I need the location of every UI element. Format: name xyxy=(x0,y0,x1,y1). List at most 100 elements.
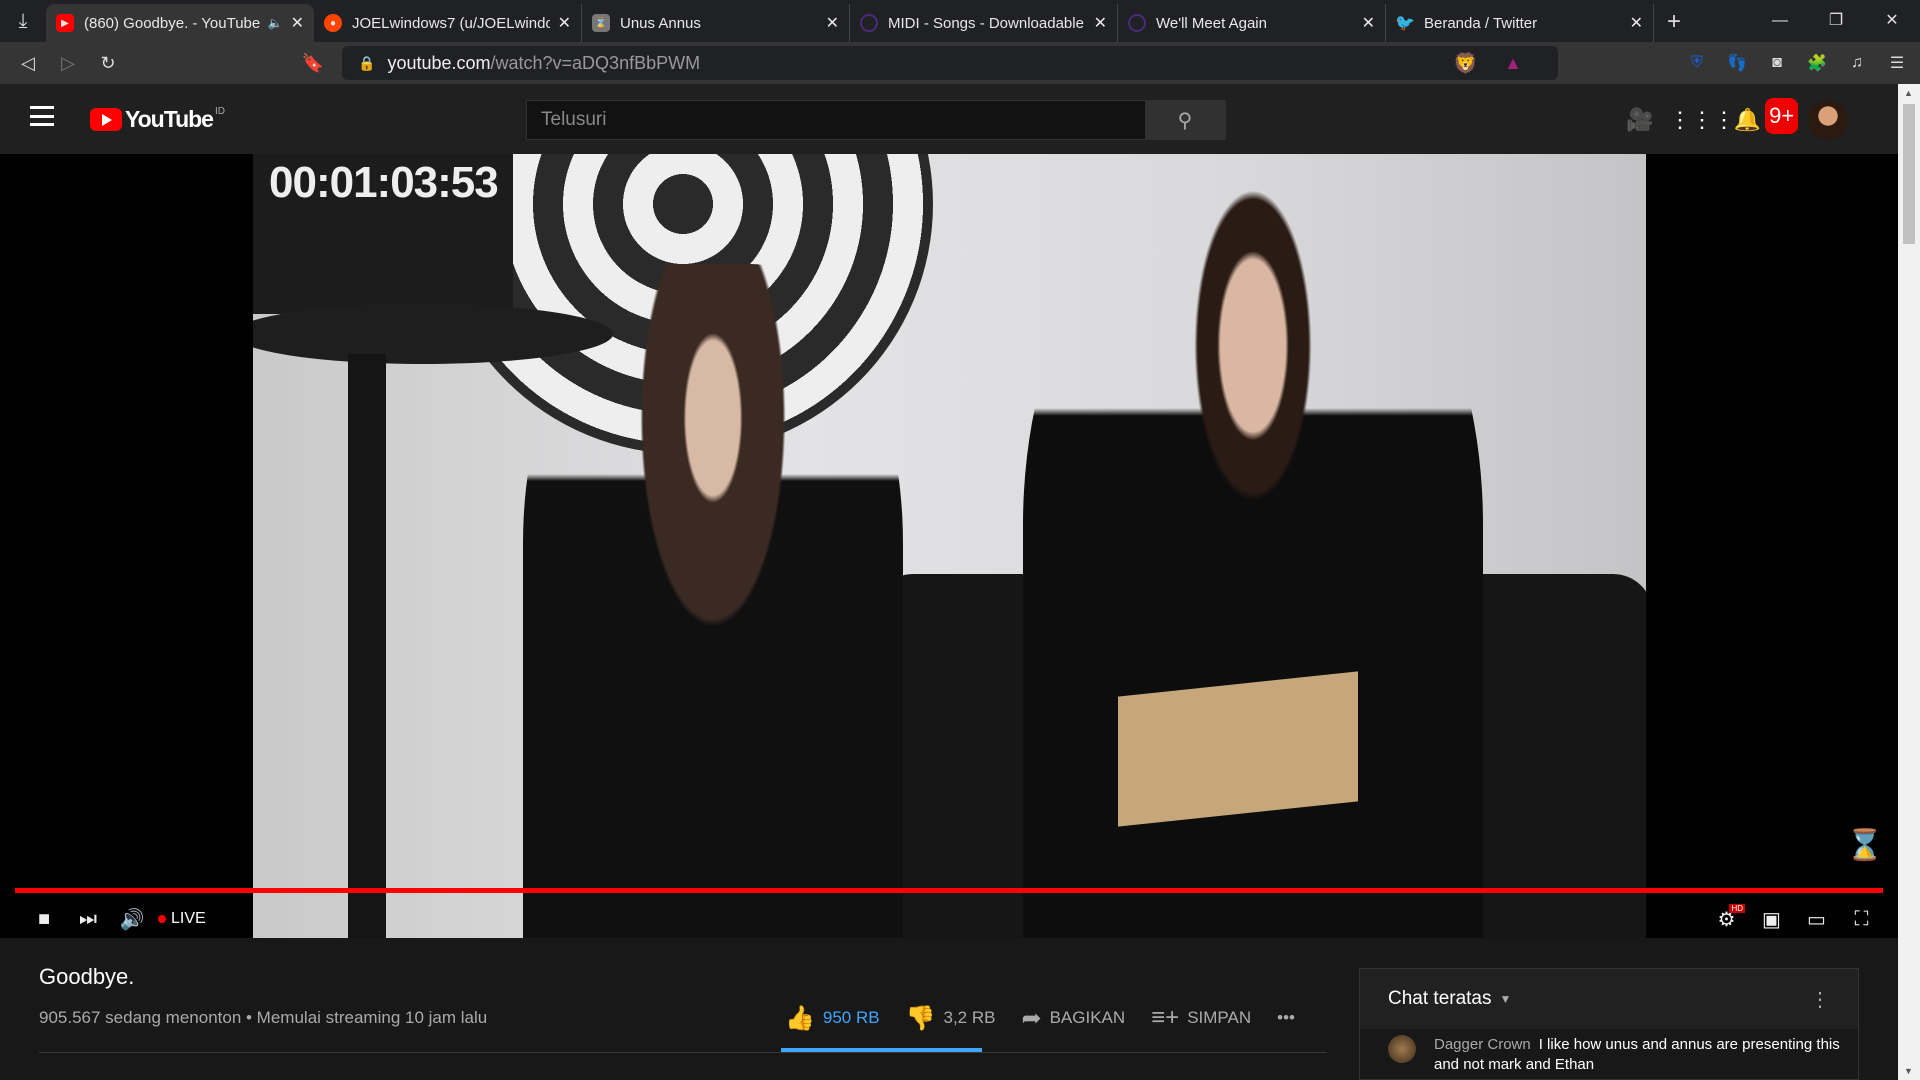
tab-title: (860) Goodbye. - YouTube xyxy=(84,14,261,32)
close-tab-icon[interactable]: ✕ xyxy=(1362,13,1375,33)
search-icon: ⚲ xyxy=(1177,109,1193,132)
progress-bar[interactable] xyxy=(15,888,1883,893)
bookmark-icon[interactable]: 🔖 xyxy=(293,53,333,74)
add-to-playlist-icon: ≡+ xyxy=(1151,1004,1180,1031)
close-window-button[interactable]: ✕ xyxy=(1864,0,1920,42)
fullscreen-icon[interactable]: ⛶ xyxy=(1839,900,1884,938)
media-queue-icon[interactable]: ♫ xyxy=(1844,50,1870,76)
tab-title: MIDI - Songs - Downloadable xyxy=(888,14,1084,32)
tv-set: 00:01:03:53 xyxy=(253,154,513,314)
avatar[interactable] xyxy=(1808,100,1848,140)
apps-grid-icon[interactable]: ⋮⋮⋮ xyxy=(1669,102,1735,138)
tab-title: Unus Annus xyxy=(620,14,701,32)
scrollbar-thumb[interactable] xyxy=(1903,104,1915,244)
video-player[interactable]: 00:01:03:53 ⌛ ■ ⏭ 🔊 LIVE ⚙ HD ▣ ▭ ⛶ xyxy=(0,154,1898,938)
live-indicator[interactable]: LIVE xyxy=(158,910,206,928)
thumbs-up-icon: 👍 xyxy=(785,1004,815,1032)
chat-more-icon[interactable]: ⋮ xyxy=(1810,987,1830,1012)
divider xyxy=(39,1052,1327,1053)
create-video-icon[interactable]: 🎥 xyxy=(1622,102,1658,138)
close-tab-icon[interactable]: ✕ xyxy=(826,13,839,33)
reddit-icon: ● xyxy=(324,14,342,32)
forward-button[interactable]: ▷ xyxy=(48,53,88,74)
url-host: youtube.com xyxy=(387,52,491,73)
dislike-button[interactable]: 👎 3,2 RB xyxy=(906,1004,996,1033)
video-title: Goodbye. xyxy=(39,964,135,989)
chat-mode-dropdown[interactable]: Chat teratas xyxy=(1388,988,1492,1010)
tab-well-meet-again[interactable]: We'll Meet Again ✕ xyxy=(1118,4,1386,42)
yamaha-icon xyxy=(1128,14,1146,32)
browser-tab-bar: ⤓ ▶ (860) Goodbye. - YouTube 🔈 ✕ ● JOELw… xyxy=(0,0,1920,42)
hamburger-menu-icon[interactable] xyxy=(30,106,54,126)
brave-rewards-icon[interactable]: ▲ xyxy=(1504,53,1522,74)
volume-icon[interactable]: 🔊 xyxy=(110,900,154,938)
chat-header: Chat teratas ▼ ⋮ xyxy=(1360,969,1858,1029)
youtube-play-icon xyxy=(90,108,122,131)
more-actions-icon[interactable]: ••• xyxy=(1277,1008,1295,1028)
tab-midi-songs[interactable]: MIDI - Songs - Downloadable ✕ xyxy=(850,4,1118,42)
tab-reddit[interactable]: ● JOELwindows7 (u/JOELwindows7) ✕ xyxy=(314,4,582,42)
player-controls: ■ ⏭ 🔊 LIVE ⚙ HD ▣ ▭ ⛶ xyxy=(0,900,1898,938)
tab-youtube[interactable]: ▶ (860) Goodbye. - YouTube 🔈 ✕ xyxy=(46,4,314,42)
twitter-icon: 🐦 xyxy=(1395,15,1415,32)
minimize-button[interactable]: — xyxy=(1752,0,1808,42)
logo-text: YouTube xyxy=(125,106,214,132)
downloads-icon[interactable]: ⤓ xyxy=(0,0,46,42)
share-arrow-icon: ➦ xyxy=(1021,1004,1042,1032)
extension-icon[interactable]: ◙ xyxy=(1764,50,1790,76)
settings-gear-icon[interactable]: ⚙ HD xyxy=(1704,900,1749,938)
hd-badge: HD xyxy=(1729,904,1745,913)
bitwarden-extension-icon[interactable]: ⛨ xyxy=(1684,50,1710,76)
tab-unus-annus[interactable]: ⌛ Unus Annus ✕ xyxy=(582,4,850,42)
chat-message: Dagger Crown I like how unus and annus ar… xyxy=(1360,1029,1858,1075)
save-button[interactable]: ≡+ SIMPAN xyxy=(1151,1004,1251,1032)
table-pole xyxy=(348,354,386,938)
close-tab-icon[interactable]: ✕ xyxy=(1094,13,1107,33)
extensions-puzzle-icon[interactable]: 🧩 xyxy=(1804,50,1830,76)
video-frame[interactable]: 00:01:03:53 xyxy=(253,154,1646,938)
scroll-up-icon[interactable]: ▲ xyxy=(1904,88,1913,98)
share-label: BAGIKAN xyxy=(1049,1008,1126,1027)
close-tab-icon[interactable]: ✕ xyxy=(291,13,304,33)
notification-badge: 9+ xyxy=(1765,98,1799,134)
close-tab-icon[interactable]: ✕ xyxy=(1630,13,1643,33)
next-button[interactable]: ⏭ xyxy=(66,900,110,938)
brave-shields-icon[interactable]: 🦁 xyxy=(1453,51,1478,76)
sentiment-bar xyxy=(781,1048,982,1052)
footprint-extension-icon[interactable]: 👣 xyxy=(1724,50,1750,76)
search-button[interactable]: ⚲ xyxy=(1145,101,1225,139)
youtube-logo[interactable]: YouTube ID xyxy=(90,106,225,133)
close-tab-icon[interactable]: ✕ xyxy=(558,13,571,33)
hourglass-watermark-icon: ⌛ xyxy=(1846,829,1884,862)
page-scrollbar[interactable]: ▲ ▼ xyxy=(1898,84,1920,1080)
yamaha-icon xyxy=(860,14,878,32)
person-right xyxy=(1023,174,1483,938)
hourglass-icon: ⌛ xyxy=(592,14,610,32)
search-input[interactable] xyxy=(527,101,1145,139)
chat-author[interactable]: Dagger Crown xyxy=(1434,1036,1531,1053)
tab-twitter[interactable]: 🐦 Beranda / Twitter ✕ xyxy=(1386,4,1654,42)
region-code: ID xyxy=(214,106,225,117)
back-button[interactable]: ◁ xyxy=(8,53,48,74)
search-box: ⚲ xyxy=(526,100,1226,140)
miniplayer-icon[interactable]: ▣ xyxy=(1749,900,1794,938)
tab-title: Beranda / Twitter xyxy=(1424,14,1538,32)
person-left xyxy=(523,264,903,938)
notifications-bell-icon[interactable]: 🔔 9+ xyxy=(1734,98,1799,138)
browser-menu-icon[interactable]: ☰ xyxy=(1884,50,1910,76)
audio-icon[interactable]: 🔈 xyxy=(268,16,283,30)
live-label: LIVE xyxy=(171,910,206,927)
stop-button[interactable]: ■ xyxy=(22,900,66,938)
timer-overlay: 00:01:03:53 xyxy=(269,158,499,207)
tab-title: JOELwindows7 (u/JOELwindows7) xyxy=(352,14,550,32)
reload-button[interactable]: ↻ xyxy=(88,53,128,74)
dropdown-caret-icon[interactable]: ▼ xyxy=(1500,992,1512,1006)
new-tab-button[interactable]: + xyxy=(1654,4,1694,42)
share-button[interactable]: ➦ BAGIKAN xyxy=(1021,1004,1125,1033)
scroll-down-icon[interactable]: ▼ xyxy=(1904,1066,1913,1076)
like-button[interactable]: 👍 950 RB xyxy=(785,1004,880,1033)
thumbs-down-icon: 👎 xyxy=(905,1004,936,1032)
theater-mode-icon[interactable]: ▭ xyxy=(1794,900,1839,938)
restore-button[interactable]: ❐ xyxy=(1808,0,1864,42)
address-bar[interactable]: 🔒 youtube.com/watch?v=aDQ3nfBbPWM 🦁 ▲ xyxy=(342,46,1558,80)
